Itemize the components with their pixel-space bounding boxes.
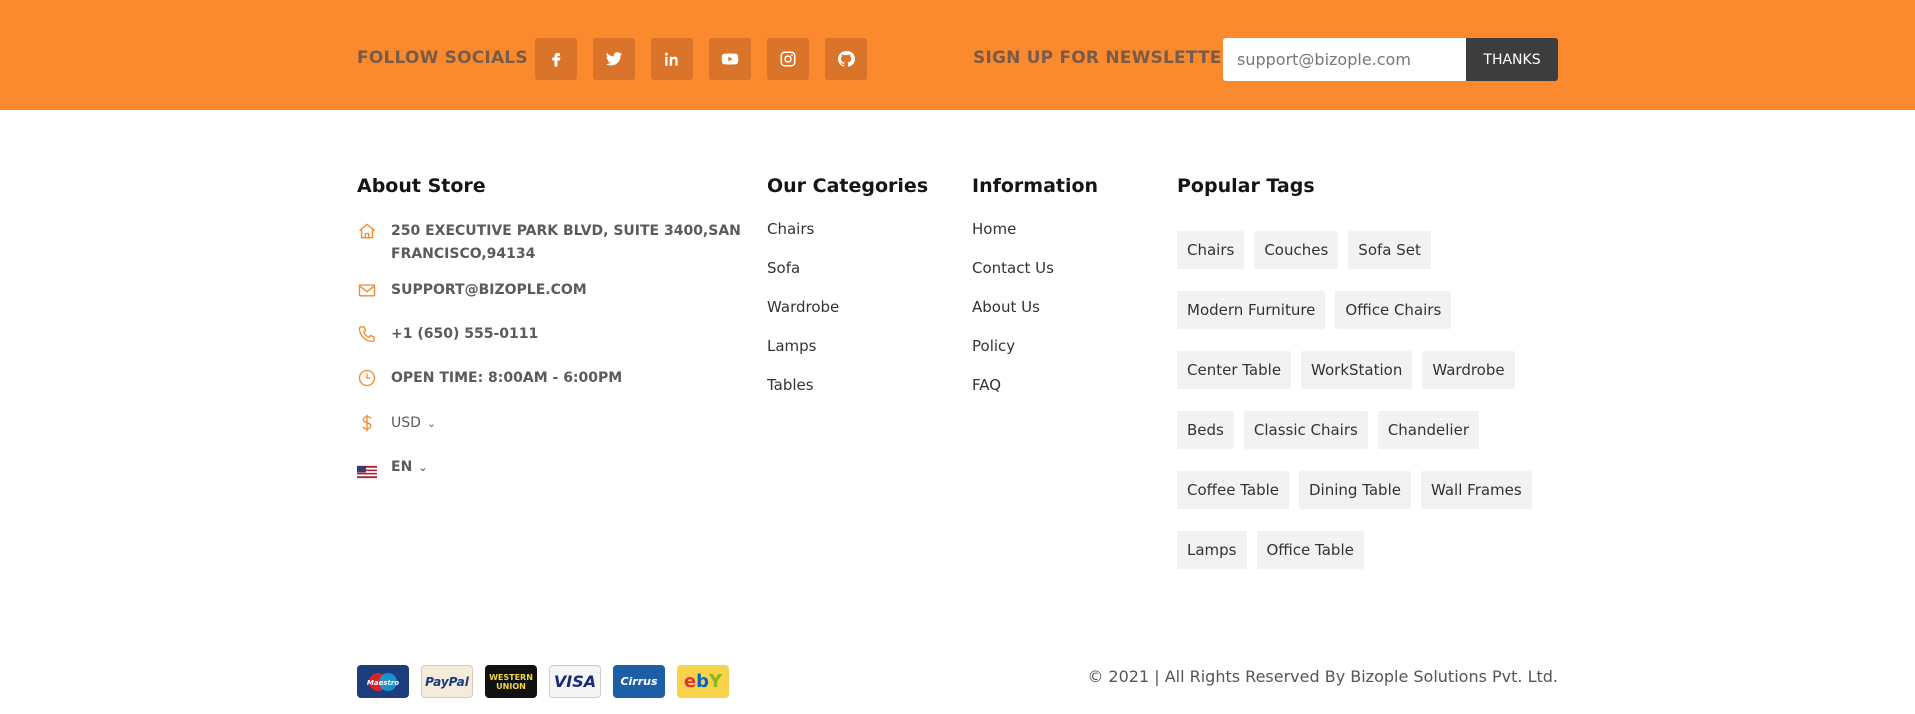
tag-chip[interactable]: Modern Furniture	[1177, 291, 1326, 329]
phone-row: +1 (650) 555-0111	[357, 323, 538, 344]
hours-text: OPEN TIME: 8:00AM - 6:00PM	[391, 370, 623, 386]
hours-row: OPEN TIME: 8:00AM - 6:00PM	[357, 367, 622, 388]
linkedin-button[interactable]	[651, 38, 693, 80]
info-link-about[interactable]: About Us	[972, 298, 1054, 337]
visa-logo: VISA	[549, 665, 601, 698]
tag-chip[interactable]: Couches	[1254, 231, 1339, 269]
email-row: SUPPORT@BIZOPLE.COM	[357, 279, 587, 300]
currency-dropdown[interactable]: USD ⌄	[391, 412, 436, 435]
tag-chip[interactable]: Dining Table	[1299, 471, 1411, 509]
info-link-home[interactable]: Home	[972, 220, 1054, 259]
language-dropdown[interactable]: EN ⌄	[391, 456, 428, 479]
maestro-logo-text: Maestro	[367, 679, 399, 687]
language-value: EN	[391, 459, 413, 475]
tag-chip[interactable]: Coffee Table	[1177, 471, 1289, 509]
youtube-icon	[721, 53, 739, 65]
clock-icon	[357, 368, 377, 388]
address-line-1: 250 EXECUTIVE PARK BLVD, SUITE 3400,SAN	[391, 223, 741, 239]
twitter-icon	[605, 52, 623, 66]
tag-chip[interactable]: Center Table	[1177, 351, 1292, 389]
github-icon	[838, 51, 855, 67]
us-flag-icon	[357, 457, 377, 479]
facebook-button[interactable]	[535, 38, 577, 80]
follow-socials-label: FOLLOW SOCIALS	[357, 48, 528, 68]
tag-chip[interactable]: Sofa Set	[1348, 231, 1431, 269]
dollar-icon	[357, 413, 377, 433]
maestro-logo: Maestro	[357, 665, 409, 698]
instagram-icon	[780, 51, 796, 67]
category-link[interactable]: Sofa	[767, 259, 839, 298]
info-link-contact[interactable]: Contact Us	[972, 259, 1054, 298]
category-link[interactable]: Wardrobe	[767, 298, 839, 337]
chevron-down-icon: ⌄	[426, 417, 437, 430]
instagram-button[interactable]	[767, 38, 809, 80]
info-link-faq[interactable]: FAQ	[972, 376, 1054, 415]
copyright-text: © 2021 | All Rights Reserved By Bizople …	[1087, 667, 1558, 686]
categories-title: Our Categories	[767, 175, 929, 197]
info-link-policy[interactable]: Policy	[972, 337, 1054, 376]
currency-row[interactable]: USD ⌄	[357, 412, 436, 433]
popular-tags-list: Chairs Couches Sofa Set Modern Furniture…	[1177, 231, 1572, 569]
tag-chip[interactable]: Office Chairs	[1335, 291, 1452, 329]
paypal-logo: PayPal	[421, 665, 473, 698]
social-newsletter-bar: FOLLOW SOCIALS SIGN UP FOR NEWSLETTER TH…	[0, 0, 1915, 110]
popular-tags-title: Popular Tags	[1177, 175, 1315, 197]
social-links	[535, 38, 867, 80]
address-row: 250 EXECUTIVE PARK BLVD, SUITE 3400,SAN …	[357, 220, 741, 262]
tag-chip[interactable]: Classic Chairs	[1243, 411, 1368, 449]
newsletter-label: SIGN UP FOR NEWSLETTER	[973, 48, 1235, 68]
youtube-button[interactable]	[709, 38, 751, 80]
cirrus-logo: Cirrus	[613, 665, 665, 698]
information-title: Information	[972, 175, 1099, 197]
linkedin-icon	[664, 52, 678, 66]
tag-chip[interactable]: WorkStation	[1301, 351, 1413, 389]
ebay-logo: ebY	[677, 665, 729, 698]
phone-text: +1 (650) 555-0111	[391, 326, 539, 342]
twitter-button[interactable]	[593, 38, 635, 80]
mail-icon	[357, 280, 377, 300]
information-list: Home Contact Us About Us Policy FAQ	[972, 220, 1054, 415]
tag-chip[interactable]: Office Table	[1256, 531, 1364, 569]
currency-value: USD	[391, 415, 421, 431]
newsletter-submit-button[interactable]: THANKS	[1466, 38, 1558, 81]
address-line-2: FRANCISCO,94134	[391, 246, 536, 262]
category-link[interactable]: Chairs	[767, 220, 839, 259]
tag-chip[interactable]: Chandelier	[1377, 411, 1479, 449]
category-link[interactable]: Lamps	[767, 337, 839, 376]
address-text: 250 EXECUTIVE PARK BLVD, SUITE 3400,SAN …	[391, 220, 741, 266]
phone-icon	[357, 324, 377, 344]
home-icon	[357, 221, 377, 241]
language-row[interactable]: EN ⌄	[357, 456, 428, 479]
tag-chip[interactable]: Wardrobe	[1422, 351, 1515, 389]
western-union-logo: WESTERN UNION	[485, 665, 537, 698]
tag-chip[interactable]: Wall Frames	[1420, 471, 1532, 509]
tag-chip[interactable]: Chairs	[1177, 231, 1245, 269]
tag-chip[interactable]: Lamps	[1177, 531, 1247, 569]
email-text: SUPPORT@BIZOPLE.COM	[391, 282, 587, 298]
facebook-icon	[552, 53, 561, 67]
category-link[interactable]: Tables	[767, 376, 839, 415]
payment-methods: Maestro PayPal WESTERN UNION VISA Cirrus…	[357, 665, 729, 698]
about-store-title: About Store	[357, 175, 486, 197]
newsletter-email-input[interactable]	[1223, 38, 1466, 81]
github-button[interactable]	[825, 38, 867, 80]
chevron-down-icon: ⌄	[418, 461, 428, 474]
tag-chip[interactable]: Beds	[1177, 411, 1234, 449]
categories-list: Chairs Sofa Wardrobe Lamps Tables	[767, 220, 839, 415]
